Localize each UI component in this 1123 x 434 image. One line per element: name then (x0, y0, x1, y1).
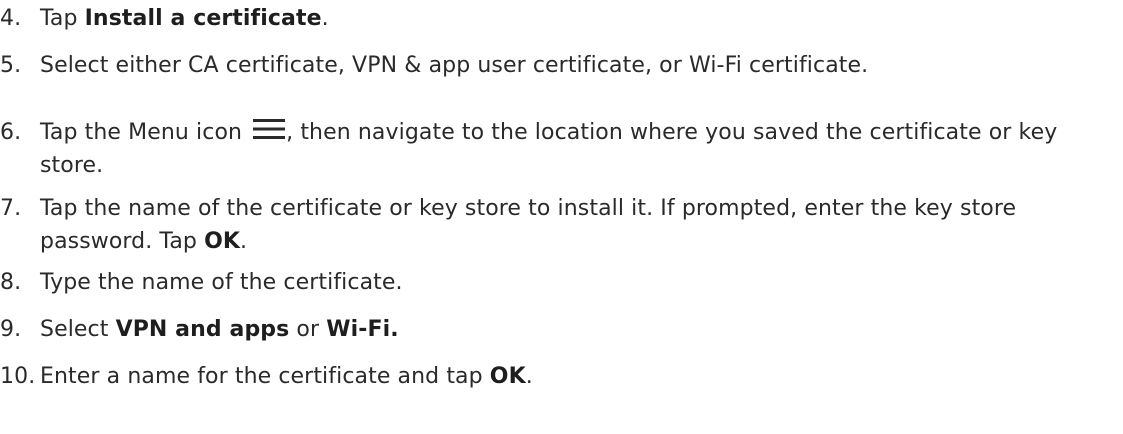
step-number: 7. (0, 196, 22, 221)
step-text: Tap Install a certificate. (40, 2, 1115, 35)
step-text-part: Select either CA certificate, VPN & app … (40, 53, 869, 78)
step-text-part: or (289, 317, 327, 342)
menu-icon (253, 119, 286, 139)
step-text-part: Tap the name of the certificate or key s… (40, 196, 1017, 254)
step-text: Enter a name for the certificate and tap… (40, 360, 1115, 393)
step-number: 4. (0, 6, 22, 31)
step-text-part: Tap (40, 6, 85, 31)
step-ui-term: Wi-Fi. (326, 317, 399, 342)
step-number: 5. (0, 53, 22, 78)
step-text-part: Tap the Menu icon (40, 120, 243, 145)
step-number: 8. (0, 270, 22, 295)
step-text-part: Enter a name for the certificate and tap (40, 364, 490, 389)
step-ui-term: Install a certificate (84, 6, 322, 31)
step-text-part: . (525, 364, 533, 389)
step-ui-term: VPN and apps (115, 317, 290, 342)
step-ui-term: OK (204, 229, 241, 254)
step-number: 9. (0, 317, 22, 342)
step-text: Select VPN and apps or Wi-Fi. (40, 313, 1115, 346)
step-ui-term: OK (489, 364, 526, 389)
step-text-part: . (240, 229, 248, 254)
step-text-part: . (321, 6, 329, 31)
step-text: Select either CA certificate, VPN & app … (40, 49, 1115, 82)
step-number: 6. (0, 120, 22, 145)
step-number: 10. (0, 364, 36, 389)
step-text: Type the name of the certificate. (40, 266, 1115, 299)
step-text: Tap the name of the certificate or key s… (40, 192, 1115, 258)
step-text-part: Type the name of the certificate. (40, 270, 403, 295)
step-text-part: Select (40, 317, 116, 342)
step-text: Tap the Menu icon , then navigate to the… (40, 116, 1115, 182)
